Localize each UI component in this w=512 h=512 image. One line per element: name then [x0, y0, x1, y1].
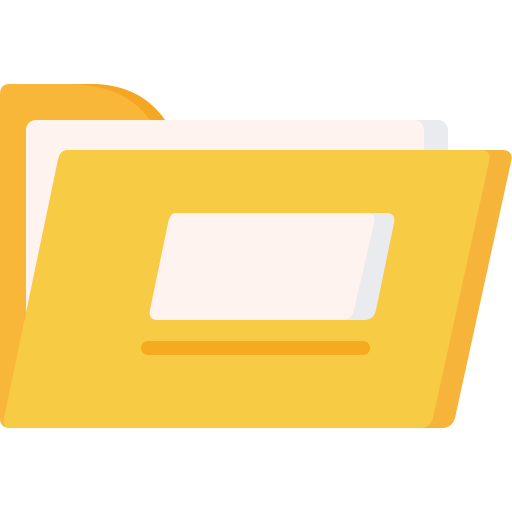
label-card — [149, 213, 375, 320]
open-folder-icon — [0, 0, 512, 512]
label-line — [141, 341, 370, 355]
open-folder-graphic — [0, 84, 512, 428]
